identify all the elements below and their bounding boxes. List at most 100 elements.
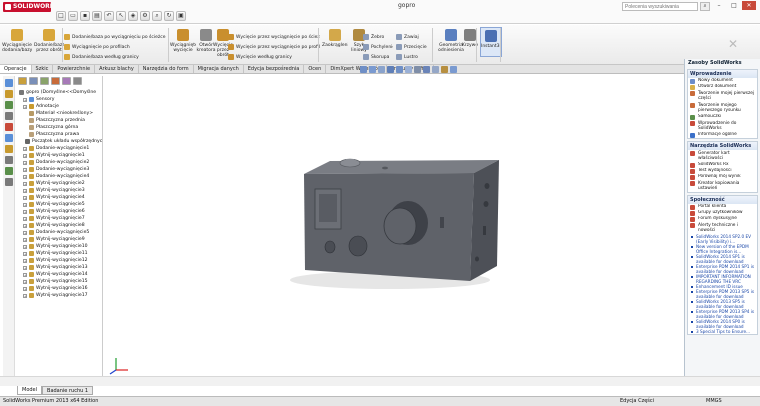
expand-icon[interactable]: + bbox=[23, 167, 27, 172]
model-tab-1[interactable]: Badanie ruchu 1 bbox=[42, 386, 94, 395]
tree-item[interactable]: + Wytnij-wyciągnięcie15 bbox=[17, 278, 102, 285]
news-link[interactable]: Enterprise PDM 2013 SP4 is available for… bbox=[688, 309, 757, 319]
news-link[interactable]: SolidWorks 2014 SP0 is available for dow… bbox=[688, 319, 757, 329]
news-link[interactable]: New version of the EPDM Office Integrati… bbox=[688, 244, 757, 254]
ribbon-button-curves[interactable]: Krzywe bbox=[460, 27, 480, 48]
tree-item[interactable]: Płaszczyzna przednia bbox=[17, 117, 102, 124]
tree-item[interactable]: + Wytnij-wyciągnięcie4 bbox=[17, 194, 102, 201]
tree-item[interactable]: + Dodanie-wyciągnięcie4 bbox=[17, 173, 102, 180]
search-input[interactable] bbox=[622, 2, 698, 11]
ribbon-row-rows_d-1[interactable]: Przecięcie bbox=[396, 43, 432, 51]
task-pane-link[interactable]: Tworzenie mojego pierwszego rysunku bbox=[688, 102, 757, 114]
ribbon-row-rows_d-2[interactable]: Lustro bbox=[396, 53, 432, 61]
tree-item[interactable]: + Wytnij-wyciągnięcie7 bbox=[17, 215, 102, 222]
expand-icon[interactable]: + bbox=[23, 293, 27, 298]
sketch-tool-icon[interactable] bbox=[5, 101, 13, 109]
tree-item[interactable]: + Adnotacje bbox=[17, 103, 102, 110]
view-tool-icon[interactable] bbox=[405, 66, 412, 73]
sketch-tool-icon[interactable] bbox=[5, 112, 13, 120]
task-pane-link[interactable]: Wprowadzenie do SolidWorks bbox=[688, 120, 757, 132]
expand-icon[interactable]: + bbox=[23, 286, 27, 291]
options-icon[interactable]: ⚙ bbox=[140, 11, 150, 21]
tab-1[interactable]: Szkic bbox=[32, 65, 54, 73]
expand-icon[interactable]: + bbox=[23, 251, 27, 256]
sketch-tool-icon[interactable] bbox=[5, 123, 13, 131]
tree-item[interactable]: + Wytnij-wyciągnięcie2 bbox=[17, 180, 102, 187]
model-view[interactable] bbox=[104, 76, 684, 376]
tree-item[interactable]: + Wytnij-wyciągnięcie5 bbox=[17, 201, 102, 208]
expand-icon[interactable]: + bbox=[23, 104, 27, 109]
tree-item[interactable]: + Dodanie-wyciągnięcie1 bbox=[17, 145, 102, 152]
view-tool-icon[interactable] bbox=[369, 66, 376, 73]
news-link[interactable]: SolidWorks 2014 SP1 is available for dow… bbox=[688, 254, 757, 264]
tree-item[interactable]: Początek układu współrzędnych bbox=[17, 138, 102, 145]
tree-item[interactable]: + Wytnij-wyciągnięcie16 bbox=[17, 285, 102, 292]
sketch-tool-icon[interactable] bbox=[5, 145, 13, 153]
sketch-tool-icon[interactable] bbox=[5, 134, 13, 142]
sketch-tool-icon[interactable] bbox=[5, 167, 13, 175]
view-tool-icon[interactable] bbox=[432, 66, 439, 73]
tab-3[interactable]: Arkusz blachy bbox=[95, 65, 139, 73]
ribbon-row-rows_a-2[interactable]: Dodanie/baza według granicy bbox=[64, 53, 166, 61]
tree-item[interactable]: + Wytnij-wyciągnięcie11 bbox=[17, 250, 102, 257]
status-units[interactable]: MMGS bbox=[706, 397, 736, 406]
tree-item[interactable]: Materiał <nieokreślony> bbox=[17, 110, 102, 117]
ribbon-button-fillet[interactable]: Zaokrąglenie bbox=[322, 27, 348, 48]
tab-4[interactable]: Narzędzia do form bbox=[139, 65, 194, 73]
ribbon-row-rows_d-0[interactable]: Zawiaj bbox=[396, 33, 432, 41]
ribbon-row-rows_a-1[interactable]: Wyciągnięcie po profilach bbox=[64, 43, 166, 51]
task-pane-link[interactable]: Tworzenie mojej pierwszej części bbox=[688, 90, 757, 102]
undo-icon[interactable]: ↶ bbox=[104, 11, 114, 21]
save-icon[interactable]: ▪ bbox=[80, 11, 90, 21]
view-tool-icon[interactable] bbox=[360, 66, 367, 73]
ribbon-row-rows_b-2[interactable]: Wycięcie według granicy bbox=[228, 53, 320, 61]
manager-tab-icon[interactable] bbox=[62, 77, 71, 85]
tree-item[interactable]: + Wytnij-wyciągnięcie10 bbox=[17, 243, 102, 250]
expand-icon[interactable]: + bbox=[23, 272, 27, 277]
tree-item[interactable]: + Wytnij-wyciągnięcie3 bbox=[17, 187, 102, 194]
tree-item[interactable]: + Wytnij-wyciągnięcie8 bbox=[17, 222, 102, 229]
tree-item[interactable]: + Wytnij-wyciągnięcie13 bbox=[17, 264, 102, 271]
ribbon-button-extrude-boss[interactable]: Wyciągnięcie dodania/bazy bbox=[2, 27, 32, 53]
expand-icon[interactable]: + bbox=[23, 223, 27, 228]
graphics-area[interactable] bbox=[104, 76, 684, 376]
tab-7[interactable]: Ocen bbox=[304, 65, 327, 73]
view-icon[interactable]: ▣ bbox=[176, 11, 186, 21]
expand-icon[interactable]: + bbox=[23, 237, 27, 242]
minimize-button[interactable]: – bbox=[712, 1, 726, 10]
task-pane-link[interactable]: Generator kart właściwości bbox=[688, 150, 757, 162]
search-icon[interactable]: ⌕ bbox=[700, 2, 710, 11]
model-tab-0[interactable]: Model bbox=[17, 386, 43, 395]
news-link[interactable]: IMPORTANT INFORMATION REGARDING THE VRC bbox=[688, 274, 757, 284]
expand-icon[interactable]: + bbox=[23, 97, 27, 102]
expand-icon[interactable]: + bbox=[23, 195, 27, 200]
expand-icon[interactable]: + bbox=[23, 188, 27, 193]
task-pane-section-header[interactable]: Społeczność bbox=[688, 196, 757, 204]
ribbon-row-rows_a-0[interactable]: Dodanie/baza po wyciągnięciu po ścieżce bbox=[64, 33, 166, 41]
news-link[interactable]: SolidWorks 2014 SP2.0 EV (Early Visibili… bbox=[688, 234, 757, 244]
expand-icon[interactable]: + bbox=[23, 153, 27, 158]
manager-tab-icon[interactable] bbox=[18, 77, 27, 85]
sketch-tool-icon[interactable] bbox=[5, 156, 13, 164]
new-icon[interactable]: □ bbox=[56, 11, 66, 21]
tab-2[interactable]: Powierzchnie bbox=[53, 65, 96, 73]
manager-tab-icon[interactable] bbox=[73, 77, 82, 85]
task-pane-link[interactable]: Informacje ogólne bbox=[688, 132, 757, 138]
zoom-icon[interactable]: ⌕ bbox=[152, 11, 162, 21]
task-pane-link[interactable]: Kreator kopiowania ustawień bbox=[688, 180, 757, 192]
ribbon-button-instant3d[interactable]: Instant3D bbox=[480, 27, 502, 57]
rotate-icon[interactable]: ↻ bbox=[164, 11, 174, 21]
task-pane-section-header[interactable]: Narzędzia SolidWorks bbox=[688, 142, 757, 150]
sketch-tool-icon[interactable] bbox=[5, 79, 13, 87]
tree-item[interactable]: + Dodanie-wyciągnięcie5 bbox=[17, 229, 102, 236]
ribbon-button-revolve-boss[interactable]: Dodanie/baza przez obrót bbox=[34, 27, 64, 53]
ribbon-row-rows_c-2[interactable]: Skorupa bbox=[363, 53, 393, 61]
select-icon[interactable]: ↖ bbox=[116, 11, 126, 21]
tree-item[interactable]: + Sensory bbox=[17, 96, 102, 103]
tree-item[interactable]: + Dodanie-wyciągnięcie3 bbox=[17, 166, 102, 173]
view-tool-icon[interactable] bbox=[441, 66, 448, 73]
maximize-button[interactable]: □ bbox=[727, 1, 741, 10]
view-tool-icon[interactable] bbox=[396, 66, 403, 73]
view-tool-icon[interactable] bbox=[423, 66, 430, 73]
manager-tab-icon[interactable] bbox=[40, 77, 49, 85]
